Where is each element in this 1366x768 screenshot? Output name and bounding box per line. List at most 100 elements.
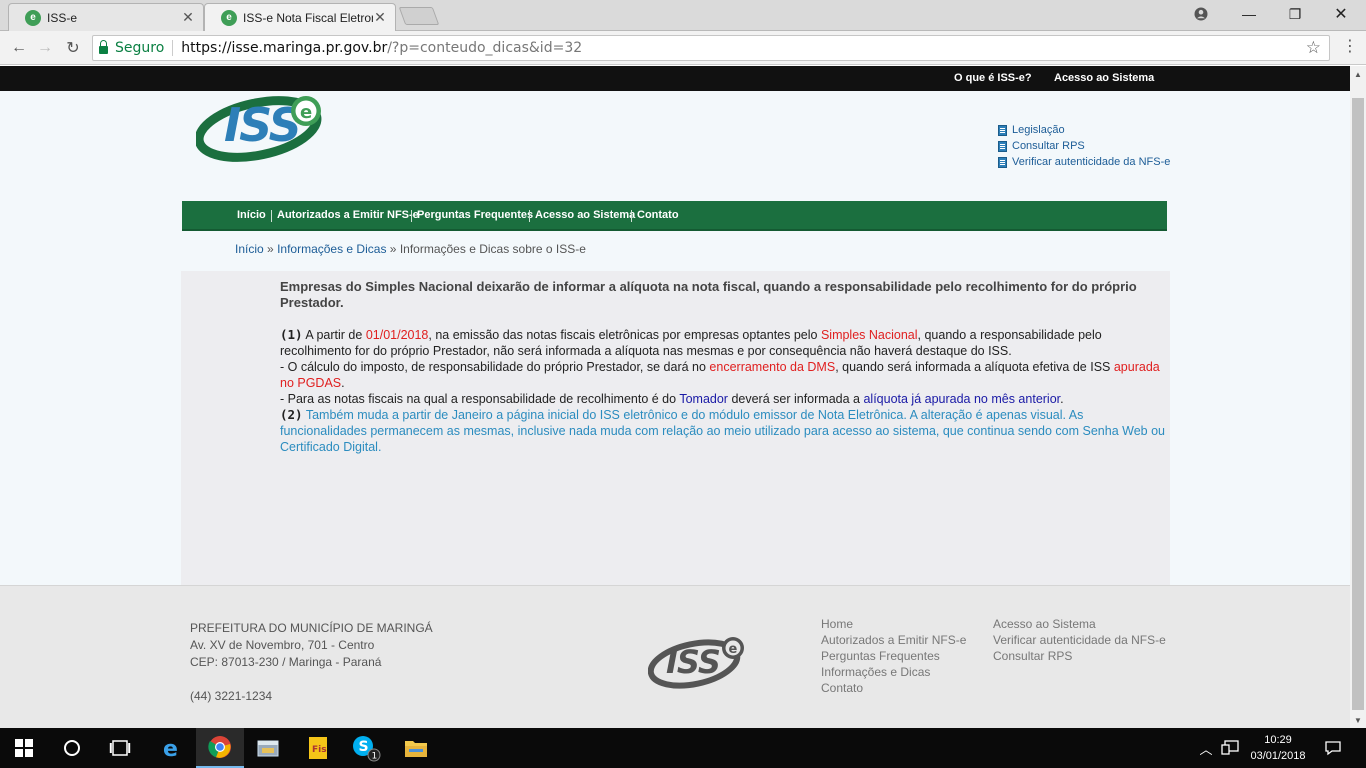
reload-icon[interactable]: ↻ — [62, 37, 84, 59]
footer-link-acesso[interactable]: Acesso ao Sistema — [993, 616, 1166, 632]
taskbar-edge[interactable]: e — [148, 728, 196, 768]
highlight-simples: Simples Nacional — [820, 328, 918, 342]
taskbar-file-app[interactable]: Fis — [294, 728, 342, 768]
task-view-button[interactable] — [96, 728, 144, 768]
browser-tab-isse[interactable]: e ISS-e ✕ — [8, 3, 204, 31]
footer-org-name: PREFEITURA DO MUNICÍPIO DE MARINGÁ — [190, 621, 433, 635]
quick-links: Legislação Consultar RPS Verificar auten… — [998, 122, 1170, 170]
footer-cep: CEP: 87013-230 / Maringa - Paraná — [190, 655, 382, 669]
svg-text:e: e — [163, 737, 178, 760]
footer-link-verificar[interactable]: Verificar autenticidade da NFS-e — [993, 632, 1166, 648]
cortana-circle-icon — [64, 740, 80, 756]
isse-logo[interactable]: ISS e — [196, 91, 326, 181]
start-button[interactable] — [0, 728, 48, 768]
footer-spacer — [190, 671, 433, 688]
maximize-icon[interactable]: ❐ — [1272, 0, 1318, 28]
taskbar-chrome[interactable] — [196, 728, 244, 768]
new-tab-button[interactable] — [398, 7, 440, 25]
close-tab-icon[interactable]: ✕ — [373, 9, 387, 26]
edge-icon: e — [163, 737, 178, 760]
lock-icon — [99, 40, 108, 54]
skype-badge: 1 — [372, 752, 378, 762]
document-icon — [998, 124, 1007, 136]
article-paragraph-4: (2) Também muda a partir de Janeiro a pá… — [280, 407, 1168, 455]
chrome-icon — [208, 736, 231, 758]
search-cortana-button[interactable] — [48, 728, 96, 768]
highlight-dms: encerramento da DMS — [709, 360, 836, 374]
breadcrumb-section[interactable]: Informações e Dicas — [277, 242, 386, 256]
text: , na emissão das notas fiscais eletrônic… — [428, 328, 821, 342]
highlight-tomador: Tomador — [679, 392, 728, 406]
windows-logo-icon — [15, 739, 33, 757]
footer-link-informacoes[interactable]: Informações e Dicas — [821, 664, 966, 680]
main-navigation: Início Autorizados a Emitir NFS-e Pergun… — [182, 201, 1167, 231]
footer-link-contato[interactable]: Contato — [821, 680, 966, 696]
text: . — [1060, 392, 1064, 406]
page-scrollbar[interactable]: ▲ ▼ — [1350, 66, 1366, 728]
scroll-down-icon[interactable]: ▼ — [1350, 712, 1366, 728]
footer-link-home[interactable]: Home — [821, 616, 966, 632]
web-page: O que é ISS-e? Acesso ao Sistema ISS e L… — [0, 66, 1350, 728]
task-view-icon — [109, 740, 131, 756]
article: Empresas do Simples Nacional deixarão de… — [280, 279, 1168, 455]
omnibox-divider — [172, 40, 174, 56]
footer-link-autorizados[interactable]: Autorizados a Emitir NFS-e — [821, 632, 966, 648]
item-number: (2) — [280, 407, 303, 422]
quick-link-consultar-rps[interactable]: Consultar RPS — [998, 138, 1170, 154]
minimize-icon[interactable]: — — [1226, 0, 1272, 28]
quick-link-legislacao[interactable]: Legislação — [998, 122, 1170, 138]
footer-link-rps[interactable]: Consultar RPS — [993, 648, 1166, 664]
access-system-link[interactable]: Acesso ao Sistema — [1054, 72, 1154, 84]
quick-link-verificar-nfse[interactable]: Verificar autenticidade da NFS-e — [998, 154, 1170, 170]
breadcrumb-home[interactable]: Início — [235, 242, 264, 256]
notifications-icon[interactable] — [1320, 728, 1346, 768]
article-paragraph-3: - Para as notas fiscais na qual a respon… — [280, 391, 1168, 407]
secure-label: Seguro — [115, 40, 165, 56]
back-arrow-icon[interactable]: ← — [8, 37, 30, 59]
tray-chevron-icon[interactable]: ︿ — [1196, 728, 1216, 768]
logo-badge: e — [300, 102, 312, 123]
chrome-menu-icon[interactable]: ⋮ — [1340, 36, 1360, 56]
bookmark-star-icon[interactable]: ☆ — [1306, 38, 1321, 58]
breadcrumb-separator: » — [267, 242, 274, 256]
tab-title: ISS-e Nota Fiscal Eletroni — [243, 10, 373, 25]
quick-link-label: Consultar RPS — [1012, 140, 1085, 152]
scroll-thumb[interactable] — [1352, 98, 1364, 710]
text: deverá ser informada a — [727, 392, 864, 406]
text: - Para as notas fiscais na qual a respon… — [280, 392, 680, 406]
taskbar-app[interactable] — [244, 728, 292, 768]
quick-link-label: Legislação — [1012, 124, 1065, 136]
nav-autorizados[interactable]: Autorizados a Emitir NFS-e — [277, 209, 419, 221]
nav-acesso-sistema[interactable]: Acesso ao Sistema — [535, 209, 635, 221]
file-app-icon: Fis — [309, 737, 327, 759]
text: , quando será informada a alíquota efeti… — [835, 360, 1114, 374]
nav-contato[interactable]: Contato — [637, 209, 679, 221]
text: A partir de — [302, 328, 366, 342]
what-is-isse-link[interactable]: O que é ISS-e? — [954, 72, 1032, 84]
scroll-up-icon[interactable]: ▲ — [1350, 66, 1366, 82]
taskbar-file-explorer[interactable] — [392, 728, 440, 768]
nav-divider — [631, 210, 632, 222]
nav-inicio[interactable]: Início — [237, 209, 266, 221]
close-window-icon[interactable]: ✕ — [1318, 0, 1364, 28]
system-clock[interactable]: 10:29 03/01/2018 — [1240, 732, 1316, 764]
account-icon[interactable] — [1178, 0, 1224, 28]
address-bar[interactable]: Seguro https://isse.maringa.pr.gov.br/?p… — [92, 35, 1330, 61]
article-paragraph-1: (1) A partir de 01/01/2018, na emissão d… — [280, 327, 1168, 359]
close-tab-icon[interactable]: ✕ — [181, 9, 195, 26]
url-path: /?p=conteudo_dicas&id=32 — [387, 40, 583, 56]
network-icon[interactable] — [1218, 728, 1242, 768]
forward-arrow-icon[interactable]: → — [34, 37, 56, 59]
highlight-date: 01/01/2018 — [365, 328, 429, 342]
footer-link-perguntas[interactable]: Perguntas Frequentes — [821, 648, 966, 664]
tab-strip: e ISS-e ✕ e ISS-e Nota Fiscal Eletroni ✕… — [0, 0, 1366, 31]
nav-perguntas-frequentes[interactable]: Perguntas Frequentes — [417, 209, 533, 221]
breadcrumb-current: Informações e Dicas sobre o ISS-e — [399, 242, 586, 256]
highlight-aliquota: alíquota já apurada no mês anterior — [863, 392, 1061, 406]
isse-favicon-icon: e — [221, 9, 237, 26]
taskbar-skype[interactable]: S1 — [342, 728, 390, 768]
browser-tab-nota-fiscal[interactable]: e ISS-e Nota Fiscal Eletroni ✕ — [204, 3, 396, 31]
clock-time: 10:29 — [1264, 734, 1292, 746]
nav-divider — [411, 210, 412, 222]
text: - O cálculo do imposto, de responsabilid… — [280, 360, 710, 374]
